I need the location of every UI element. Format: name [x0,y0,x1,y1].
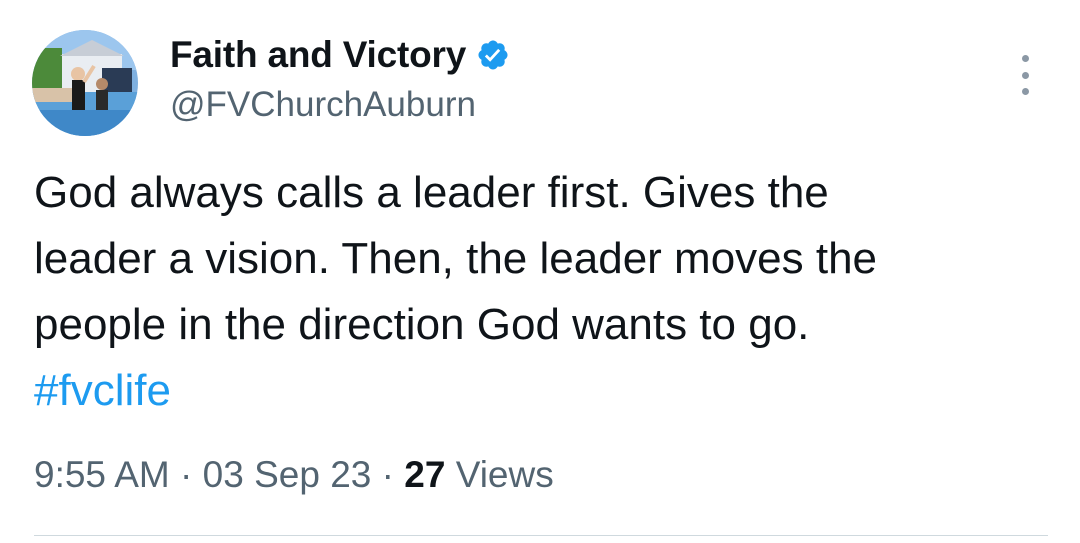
tweet-meta: 9:55 AM · 03 Sep 23 · 27 Views [34,454,554,496]
display-name[interactable]: Faith and Victory [170,34,466,76]
tweet-text-line: God always calls a leader first. Gives t… [34,168,829,217]
meta-separator: · [180,454,193,495]
author-handle[interactable]: @FVChurchAuburn [170,85,476,125]
tweet-text-line: people in the direction God wants to go. [34,300,810,349]
meta-separator: · [381,454,394,495]
tweet-text-line: leader a vision. Then, the leader moves … [34,234,878,283]
more-dot [1021,55,1029,62]
tweet-text: God always calls a leader first. Gives t… [34,160,1044,424]
more-dot [1021,71,1029,79]
tweet-card: Faith and Victory @FVChurchAuburn God al… [0,0,1080,543]
avatar[interactable] [32,30,138,136]
tweet-date[interactable]: 03 Sep 23 [203,454,372,495]
hashtag-link[interactable]: #fvclife [34,358,1044,424]
verified-badge-icon[interactable] [476,38,510,72]
more-options-icon[interactable] [1011,55,1039,95]
views-label[interactable]: Views [456,454,554,495]
divider [34,535,1048,536]
views-count[interactable]: 27 [404,454,445,495]
tweet-time[interactable]: 9:55 AM [34,454,170,495]
author-name-row: Faith and Victory [170,33,510,77]
more-dot [1021,88,1029,95]
